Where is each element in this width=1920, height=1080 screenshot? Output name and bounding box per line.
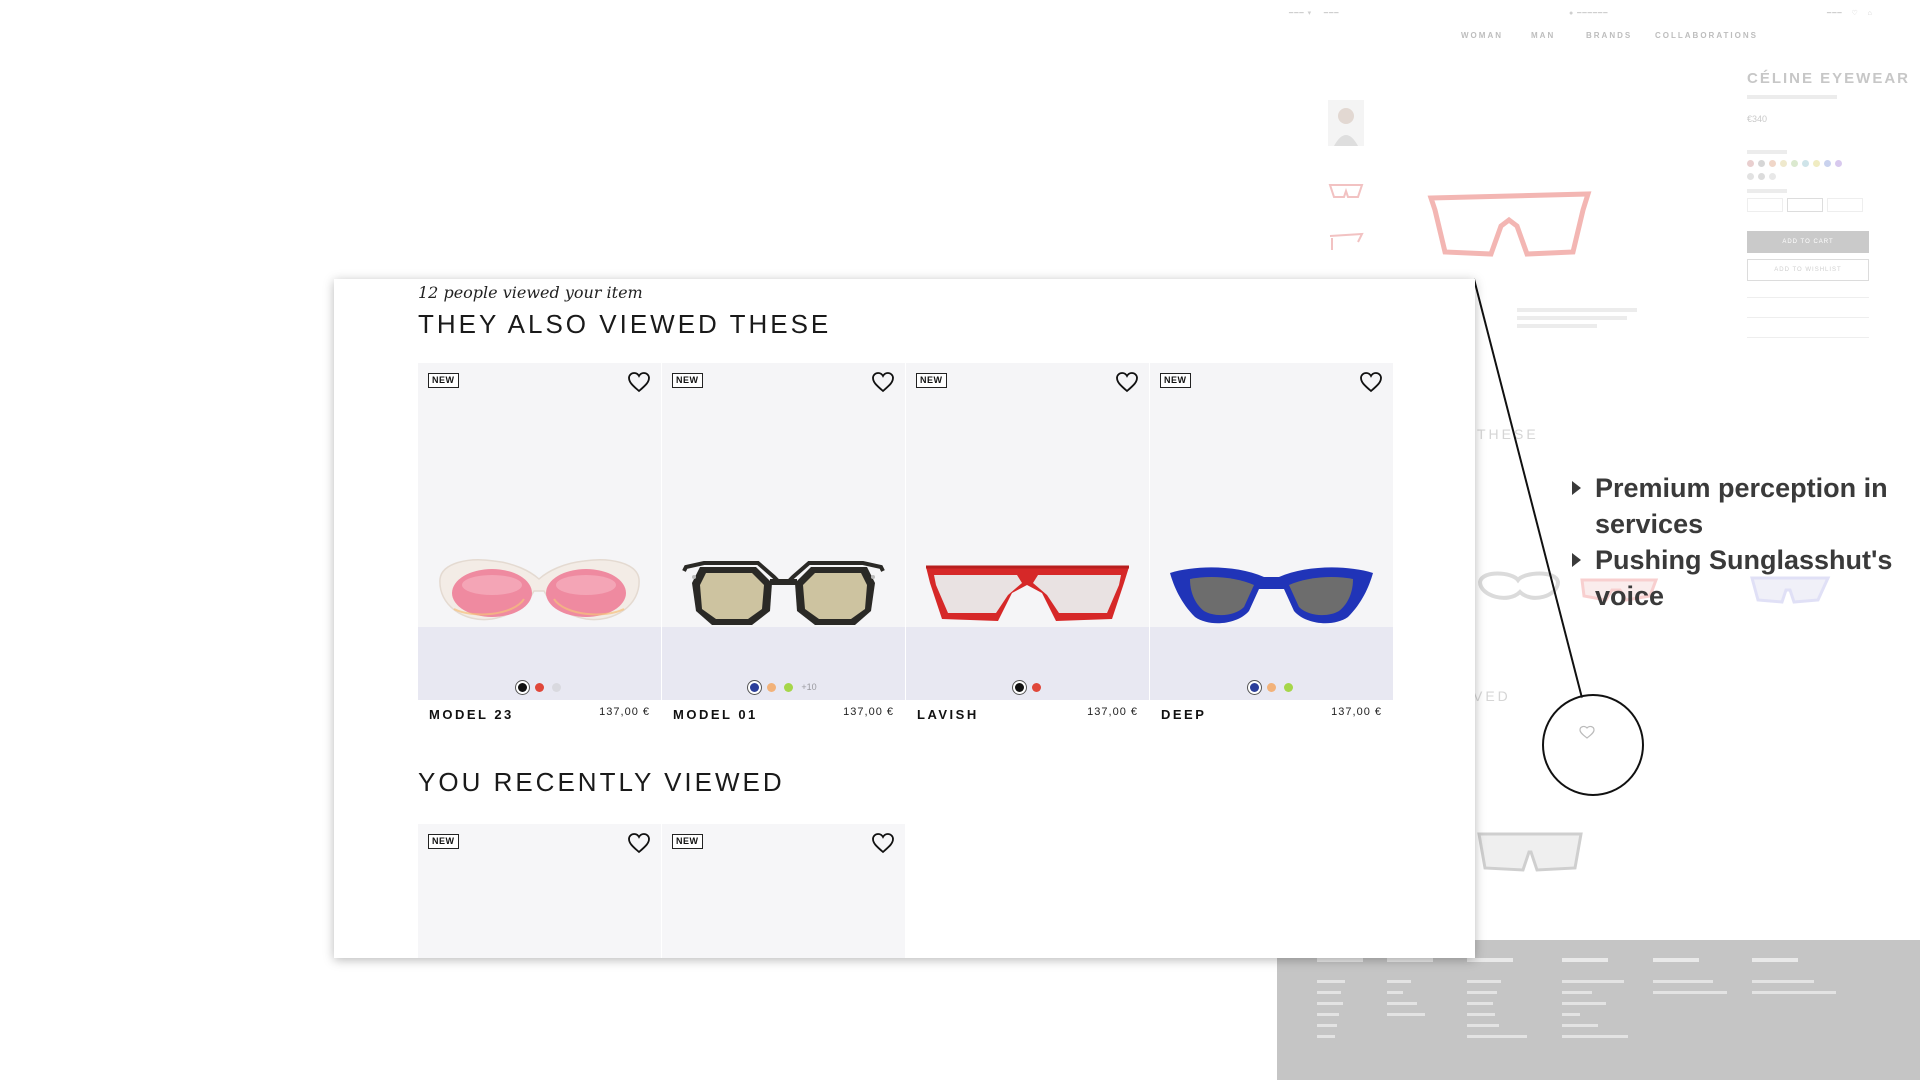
product-image[interactable]: NEW (906, 363, 1149, 700)
callout-item: Pushing Sunglasshut's voice (1567, 542, 1897, 614)
product-name[interactable]: LAVISH (917, 707, 979, 722)
bg-add-to-wishlist-button: ADD TO WISHLIST (1747, 259, 1869, 281)
callout-text: Premium perception in services (1595, 473, 1888, 539)
product-info: MODEL 23 137,00 € (418, 700, 661, 730)
bg-subtitle-line (1747, 95, 1837, 99)
color-swatch-blue[interactable] (1250, 683, 1259, 692)
product-info: MODEL 01 137,00 € (662, 700, 905, 730)
wishlist-heart-icon[interactable] (871, 371, 895, 393)
bg-price: €340 (1747, 114, 1768, 124)
recently-viewed-row: NEW NEW (418, 824, 906, 958)
color-swatch-grey[interactable] (552, 683, 561, 692)
product-image[interactable]: NEW (418, 824, 661, 958)
color-swatches: +10 (662, 682, 905, 692)
color-swatches (418, 683, 661, 692)
product-info: DEEP 137,00 € (1150, 700, 1393, 730)
color-swatch-black[interactable] (1014, 683, 1024, 692)
product-name[interactable]: MODEL 01 (673, 707, 758, 722)
product-name[interactable]: DEEP (1161, 707, 1206, 722)
callout-text: Pushing Sunglasshut's voice (1595, 545, 1893, 611)
bg-nav-man: MAN (1531, 31, 1556, 40)
color-swatch-blue[interactable] (750, 682, 760, 692)
color-swatch-orange[interactable] (767, 682, 777, 692)
callout-list: Premium perception in services Pushing S… (1567, 470, 1897, 614)
product-image[interactable]: NEW (662, 363, 905, 700)
also-viewed-heading: THEY ALSO VIEWED THESE (418, 309, 832, 339)
background-header: ━━━ ▾ ━━━ ● ━━━━━━ ━━━ ♡ ⌂ WOMAN MAN BRA… (1277, 0, 1920, 52)
wishlist-heart-icon[interactable] (627, 832, 651, 854)
bg-description (1517, 308, 1667, 338)
glasses-model-23-image (439, 559, 640, 621)
bg-add-to-cart-button: ADD TO CART (1747, 231, 1869, 253)
bg-heading-viewed: VED (1473, 688, 1511, 704)
bg-size-selector (1747, 198, 1869, 212)
bg-faded-recent-glasses (1477, 832, 1583, 872)
product-price: 137,00 € (1331, 706, 1382, 718)
product-price: 137,00 € (843, 706, 894, 718)
color-swatches (906, 683, 1149, 692)
color-swatches (1150, 683, 1393, 692)
product-image[interactable]: NEW (418, 363, 661, 700)
bg-utility-center: ● ━━━━━━ (1569, 10, 1609, 17)
bg-utility-left: ━━━ ▾ ━━━ (1289, 10, 1340, 17)
product-price: 137,00 € (1087, 706, 1138, 718)
callout-item: Premium perception in services (1567, 470, 1897, 542)
product-card-lavish[interactable]: NEW LAVISH 137,00 € (906, 363, 1149, 730)
also-viewed-row: NEW MODEL 23 137,00 € NEW +10 MODEL 01 1… (418, 363, 1394, 730)
product-image[interactable]: NEW (662, 824, 905, 958)
color-swatch-red[interactable] (1031, 683, 1041, 692)
new-badge: NEW (672, 834, 703, 849)
bg-footer (1277, 940, 1920, 1080)
bg-nav-collaborations: COLLABORATIONS (1655, 31, 1758, 40)
glasses-deep-image (1170, 567, 1373, 624)
new-badge: NEW (1160, 373, 1191, 388)
bg-utility-right: ━━━ ♡ ⌂ (1827, 10, 1873, 17)
color-swatch-black[interactable] (518, 683, 527, 692)
recent-product-card[interactable]: NEW (662, 824, 905, 958)
bg-nav-woman: WOMAN (1461, 31, 1503, 40)
bg-thumb-front (1328, 184, 1364, 198)
zoomed-recommendations-panel: 12 people viewed your item THEY ALSO VIE… (334, 279, 1475, 958)
recent-product-card[interactable]: NEW (418, 824, 661, 958)
more-colors-count[interactable]: +10 (801, 682, 816, 692)
bg-thumb-side (1329, 232, 1364, 250)
color-swatch-green[interactable] (1284, 683, 1293, 692)
bg-color-label (1747, 150, 1787, 154)
product-card-model-23[interactable]: NEW MODEL 23 137,00 € (418, 363, 661, 730)
bg-heading-these: THESE (1477, 426, 1539, 442)
product-card-model-01[interactable]: NEW +10 MODEL 01 137,00 € (662, 363, 905, 730)
bullet-triangle-icon (1572, 481, 1581, 495)
bg-hero-glasses (1427, 191, 1592, 257)
product-name[interactable]: MODEL 23 (429, 707, 514, 722)
bg-thumb-model (1328, 100, 1364, 146)
bullet-triangle-icon (1572, 553, 1581, 567)
color-swatch-red[interactable] (535, 683, 544, 692)
color-swatch-green[interactable] (784, 682, 794, 692)
color-swatch-orange[interactable] (1267, 683, 1276, 692)
new-badge: NEW (428, 373, 459, 388)
product-price: 137,00 € (599, 706, 650, 718)
bg-nav-brands: BRANDS (1586, 31, 1633, 40)
glasses-lavish-image (926, 565, 1129, 621)
recently-viewed-heading: YOU RECENTLY VIEWED (418, 767, 785, 797)
product-image[interactable]: NEW (1150, 363, 1393, 700)
wishlist-heart-icon[interactable] (627, 371, 651, 393)
new-badge: NEW (916, 373, 947, 388)
product-card-deep[interactable]: NEW DEEP 137,00 € (1150, 363, 1393, 730)
new-badge: NEW (672, 373, 703, 388)
glasses-model-01-image (682, 561, 885, 625)
wishlist-heart-icon[interactable] (1115, 371, 1139, 393)
product-info: LAVISH 137,00 € (906, 700, 1149, 730)
new-badge: NEW (428, 834, 459, 849)
bg-size-label (1747, 189, 1787, 193)
wishlist-heart-icon[interactable] (871, 832, 895, 854)
bg-brand-title: CÉLINE EYEWEAR (1747, 70, 1911, 87)
viewers-count-subtitle: 12 people viewed your item (418, 283, 643, 302)
wishlist-heart-icon[interactable] (1359, 371, 1383, 393)
